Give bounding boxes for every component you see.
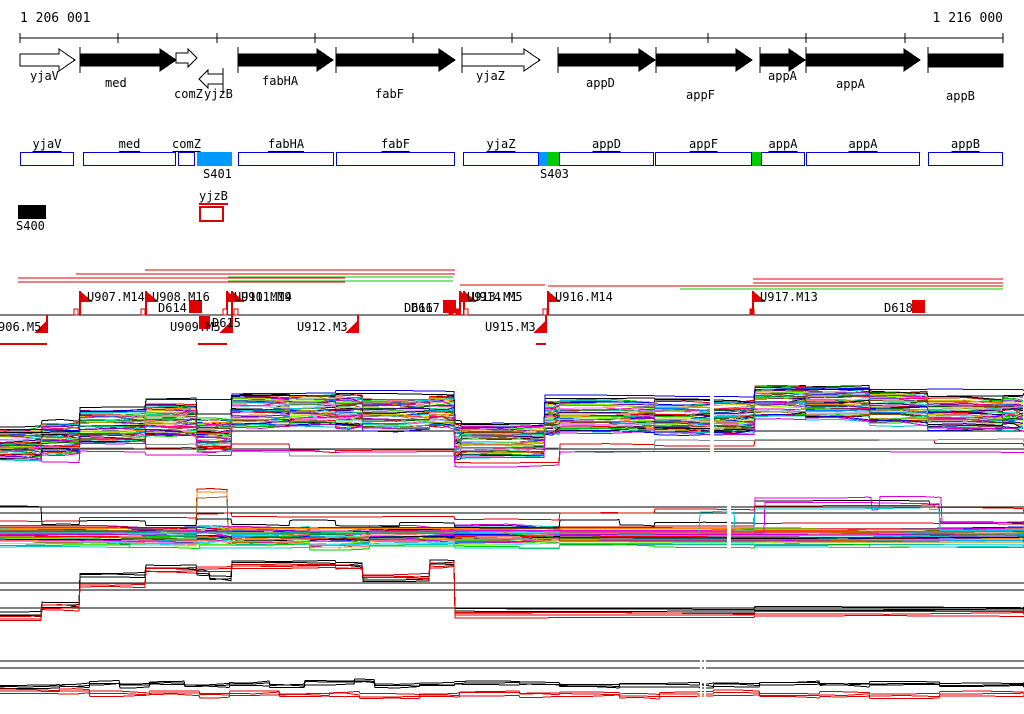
gene-arrow-fabHA bbox=[237, 48, 334, 72]
probe-label-U916.M14: U916.M14 bbox=[555, 290, 613, 304]
discontinuity-gap bbox=[710, 388, 714, 452]
segment-label-S401: S401 bbox=[203, 167, 232, 181]
gene-arrow-label-appB: appB bbox=[946, 89, 975, 103]
probe-label-D614: D614 bbox=[158, 301, 187, 315]
gene-arrow-appA bbox=[805, 48, 921, 72]
gene-box-comZ bbox=[178, 152, 195, 166]
probe-label-U914.M5: U914.M5 bbox=[472, 290, 523, 304]
gene-box-label-yjaV[interactable]: yjaV bbox=[32, 138, 62, 152]
probe-label-D615: D615 bbox=[212, 316, 241, 330]
probe-base-square bbox=[222, 308, 228, 316]
feature-box-yjzB bbox=[199, 206, 224, 222]
gene-arrow-appF bbox=[655, 48, 753, 72]
gene-arrow-yjaZ bbox=[461, 48, 541, 72]
gene-arrow-label-yjzB: yjzB bbox=[204, 87, 233, 101]
gene-arrow-label-fabHA: fabHA bbox=[262, 74, 299, 88]
gene-box-label-yjaZ[interactable]: yjaZ bbox=[486, 138, 516, 152]
segment-marker bbox=[539, 152, 548, 166]
expression-line bbox=[0, 500, 1024, 529]
gene-box-label-med[interactable]: med bbox=[118, 138, 141, 152]
gene-box-label-fabHA[interactable]: fabHA bbox=[267, 138, 305, 152]
gene-arrow-appB bbox=[927, 53, 1004, 68]
probe-label-U915.M3: U915.M3 bbox=[485, 320, 536, 334]
gene-box-appA bbox=[806, 152, 920, 166]
gene-arrow-label-appD: appD bbox=[586, 76, 615, 90]
feature-label-S400: S400 bbox=[16, 219, 45, 233]
gene-arrow-comZ bbox=[175, 47, 198, 69]
gene-arrow-med bbox=[79, 48, 177, 72]
segment-label-S403: S403 bbox=[540, 167, 569, 181]
probe-label-D618: D618 bbox=[884, 301, 913, 315]
gene-arrow-label-yjaV: yjaV bbox=[30, 69, 59, 83]
gene-arrow-appA bbox=[759, 48, 806, 72]
discontinuity-gap bbox=[700, 652, 702, 712]
discontinuity-gap bbox=[727, 489, 731, 552]
probe-base-square bbox=[233, 308, 239, 316]
discontinuity-gap bbox=[704, 652, 706, 712]
gene-arrow-appD bbox=[557, 48, 656, 72]
gene-arrow-label-fabF: fabF bbox=[375, 87, 404, 101]
segment-marker bbox=[197, 152, 232, 166]
gene-box-label-appA[interactable]: appA bbox=[848, 138, 878, 152]
segment-marker bbox=[752, 152, 761, 166]
gene-arrow-label-appF: appF bbox=[686, 88, 715, 102]
genome-browser-view: 1 206 001 1 216 000 yjaV med comZ yjzB fabHA… bbox=[0, 0, 1024, 714]
probe-base-square bbox=[140, 308, 146, 316]
gene-arrow-yjaV bbox=[19, 48, 76, 72]
feature-box-S400 bbox=[18, 205, 46, 219]
probe-label-U917.M13: U917.M13 bbox=[760, 290, 818, 304]
probe-label-906.M5: 906.M5 bbox=[0, 320, 42, 334]
gene-arrow-label-appA: appA bbox=[836, 77, 865, 91]
gene-box-label-fabF[interactable]: fabF bbox=[381, 138, 410, 152]
gene-box-med bbox=[83, 152, 176, 166]
graphics-canvas bbox=[0, 33, 1024, 712]
expression-line bbox=[0, 496, 1024, 533]
probe-label-D617: D617 bbox=[411, 301, 440, 315]
gene-arrow-label-comZ: comZ bbox=[174, 87, 203, 101]
gene-box-label-appF[interactable]: appF bbox=[689, 138, 718, 152]
gene-arrow-label-yjaZ: yjaZ bbox=[476, 69, 505, 83]
segment-marker bbox=[548, 152, 559, 166]
probe-label-U912.M3: U912.M3 bbox=[297, 320, 348, 334]
probe-base-square bbox=[448, 308, 454, 316]
probe-label-U907.M14: U907.M14 bbox=[87, 290, 145, 304]
gene-box-label-appD[interactable]: appD bbox=[592, 138, 621, 152]
probe-base-square bbox=[542, 308, 548, 316]
gene-box-label-appA[interactable]: appA bbox=[768, 138, 798, 152]
gene-box-fabF bbox=[336, 152, 455, 166]
probe-base-square bbox=[749, 308, 755, 316]
probe-box-D618 bbox=[912, 300, 925, 313]
gene-box-yjaV bbox=[20, 152, 74, 166]
probe-base-square bbox=[463, 308, 469, 316]
probe-base-square bbox=[455, 308, 461, 316]
probe-base-square bbox=[73, 308, 79, 316]
gene-box-appB bbox=[928, 152, 1003, 166]
gene-arrow-label-med: med bbox=[105, 76, 127, 90]
gene-box-appD bbox=[559, 152, 654, 166]
gene-box-appA bbox=[761, 152, 805, 166]
gene-box-label-comZ[interactable]: comZ bbox=[172, 138, 201, 152]
gene-arrow-label-appA: appA bbox=[768, 69, 797, 83]
gene-box-fabHA bbox=[238, 152, 334, 166]
gene-box-label-appB[interactable]: appB bbox=[951, 138, 980, 152]
probe-label-U911.M9: U911.M9 bbox=[241, 290, 292, 304]
gene-box-yjaZ bbox=[463, 152, 539, 166]
gene-arrow-fabF bbox=[335, 48, 456, 72]
feature-label-yjzB[interactable]: yjzB bbox=[199, 190, 228, 205]
gene-box-appF bbox=[655, 152, 752, 166]
gene-arrow-yjzB bbox=[198, 68, 224, 90]
